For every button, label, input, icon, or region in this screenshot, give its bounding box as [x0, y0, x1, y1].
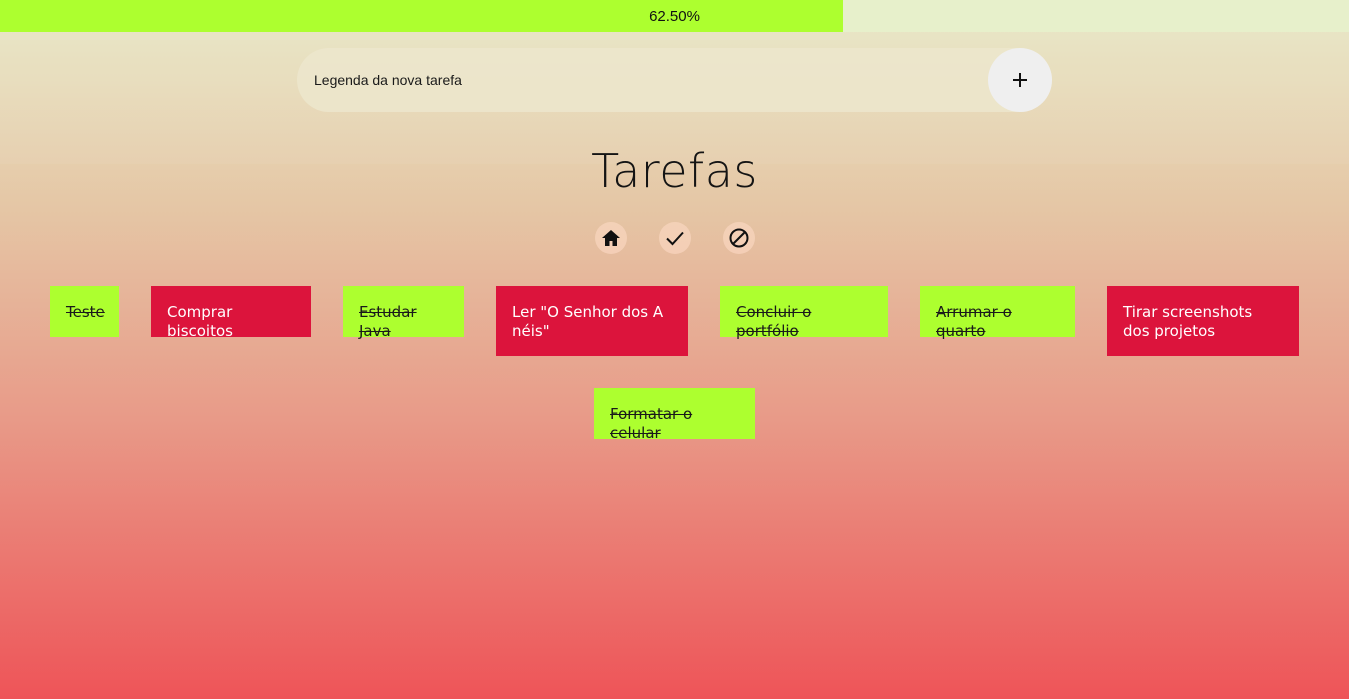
block-icon [729, 228, 749, 248]
task-card[interactable]: Formatar o celular [594, 388, 755, 442]
task-label: Formatar o celular [610, 405, 693, 442]
task-label: Ler "O Senhor dos Anéis" [512, 303, 664, 340]
task-label: Comprar biscoitos [167, 303, 233, 340]
add-task-button[interactable] [988, 48, 1052, 112]
task-label: Estudar Java [359, 303, 417, 340]
progress-label: 62.50% [649, 8, 700, 25]
page-title: Tarefas [591, 144, 758, 198]
filter-done-button[interactable] [659, 222, 691, 254]
home-icon [602, 230, 620, 246]
task-card[interactable]: Estudar Java [343, 286, 464, 340]
filter-pending-button[interactable] [723, 222, 755, 254]
new-task-input[interactable] [297, 48, 1052, 112]
task-label: Concluir o portfólio [736, 303, 812, 340]
filter-bar [0, 222, 1349, 254]
progress-bar: 62.50% [0, 0, 1349, 32]
check-icon [666, 231, 684, 246]
task-card[interactable]: Concluir o portfólio [720, 286, 888, 340]
plus-icon [1013, 73, 1027, 87]
task-label: Teste [66, 303, 105, 321]
task-card[interactable]: Tirar screenshots dos projetos [1107, 286, 1299, 356]
task-card[interactable]: Arrumar o quarto [920, 286, 1075, 340]
task-card[interactable]: Teste [50, 286, 119, 337]
task-card[interactable]: Comprar biscoitos [151, 286, 311, 340]
task-card[interactable]: Ler "O Senhor dos Anéis" [496, 286, 688, 356]
filter-all-button[interactable] [595, 222, 627, 254]
task-label: Tirar screenshots dos projetos [1123, 303, 1253, 340]
task-label: Arrumar o quarto [936, 303, 1012, 340]
